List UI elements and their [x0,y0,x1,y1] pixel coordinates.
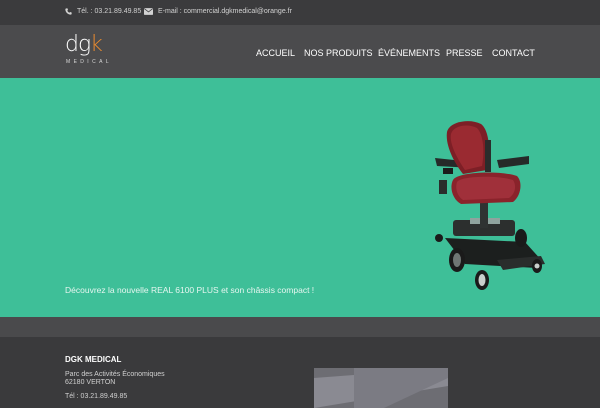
footer-address-line1: Parc des Activités Économiques [65,371,165,378]
logo-subtitle: MEDICAL [66,59,113,65]
nav-nos-produits[interactable]: NOS PRODUITS [304,47,373,59]
hero-caption: Découvrez la nouvelle REAL 6100 PLUS et … [65,285,315,295]
site-footer: DGK MEDICAL Parc des Activités Économiqu… [0,337,600,408]
main-nav: ACCUEIL NOS PRODUITS ÉVÉNEMENTS PRESSE C… [0,47,600,59]
phone-text: Tél. : 03.21.89.49.85 [77,8,142,15]
nav-evenements[interactable]: ÉVÉNEMENTS [378,47,440,59]
nav-presse[interactable]: PRESSE [446,47,483,59]
nav-contact[interactable]: CONTACT [492,47,535,59]
wheelchair-product-image [435,121,545,290]
email-info: E-mail : commercial.dgkmedical@orange.fr [144,8,292,15]
footer-address-line2: 62180 VERTON [65,379,116,386]
phone-icon [65,8,72,15]
nav-accueil[interactable]: ACCUEIL [256,47,295,59]
phone-info: Tél. : 03.21.89.49.85 [65,8,141,15]
envelope-icon [144,8,153,15]
hero-banner[interactable]: Découvrez la nouvelle REAL 6100 PLUS et … [0,78,600,317]
map-image[interactable] [314,368,448,408]
top-info-bar: Tél. : 03.21.89.49.85 E-mail : commercia… [0,0,600,25]
site-header: dgk MEDICAL ACCUEIL NOS PRODUITS ÉVÉNEME… [0,25,600,78]
footer-company-name: DGK MEDICAL [65,355,122,364]
separator-strip [0,317,600,337]
email-link[interactable]: E-mail : commercial.dgkmedical@orange.fr [158,8,292,15]
